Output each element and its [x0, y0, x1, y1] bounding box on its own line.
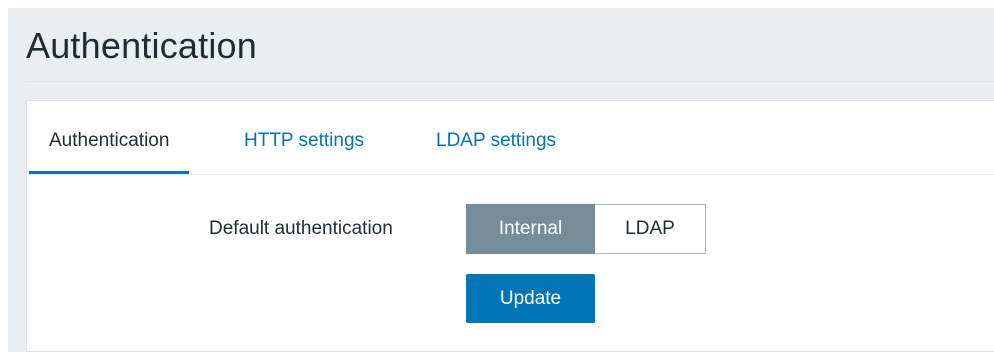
- default-authentication-label: Default authentication: [209, 218, 393, 239]
- tab-bar: Authentication HTTP settings LDAP settin…: [27, 101, 994, 175]
- tab-http-settings[interactable]: HTTP settings: [244, 101, 364, 174]
- page-title: Authentication: [26, 25, 257, 66]
- update-button[interactable]: Update: [466, 274, 595, 323]
- settings-panel: Authentication HTTP settings LDAP settin…: [26, 100, 994, 352]
- default-authentication-radio-group: Internal LDAP: [466, 204, 706, 254]
- radio-internal[interactable]: Internal: [466, 204, 595, 254]
- page-background: Authentication Authentication HTTP setti…: [8, 8, 994, 352]
- tab-ldap-settings[interactable]: LDAP settings: [436, 101, 556, 174]
- radio-ldap[interactable]: LDAP: [595, 204, 706, 254]
- tab-authentication[interactable]: Authentication: [29, 101, 190, 174]
- title-divider: [26, 81, 994, 82]
